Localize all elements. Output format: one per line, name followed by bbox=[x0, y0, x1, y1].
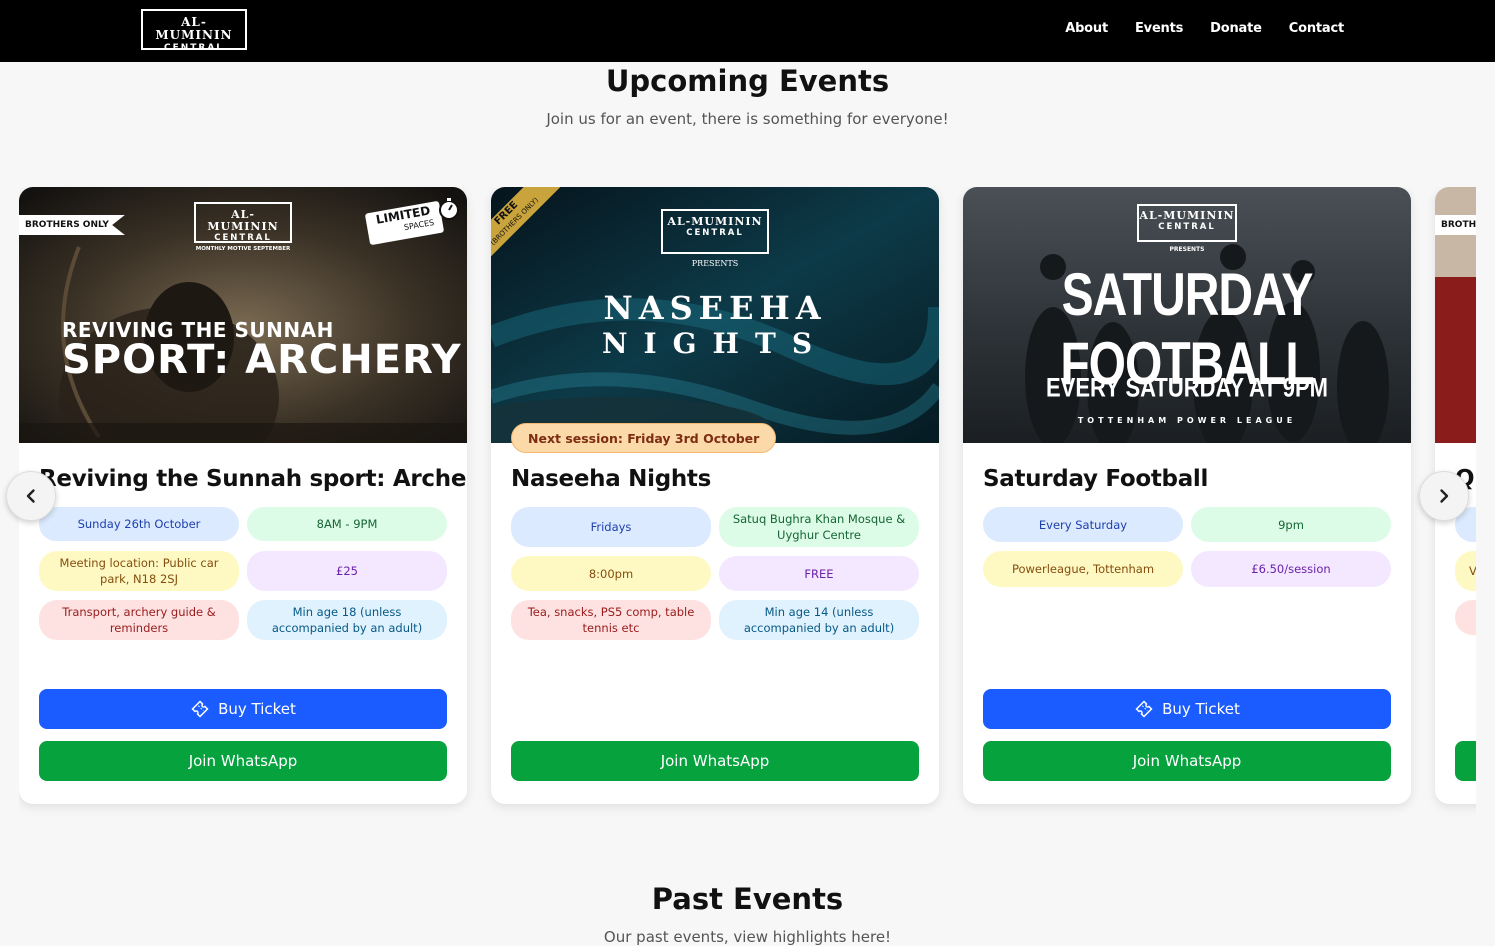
event-card-naseeha: FREE (BROTHERS ONLY) AL-MUMININ CENTRAL … bbox=[491, 187, 939, 804]
image-logo: AL-MUMININ CENTRAL bbox=[194, 202, 292, 243]
event-price-chip: £6.50/session bbox=[1191, 551, 1391, 587]
join-whatsapp-label: Join WhatsApp bbox=[660, 752, 770, 770]
event-date-chip: Fridays bbox=[511, 507, 711, 547]
event-time-chip: 8AM - 9PM bbox=[247, 507, 447, 541]
image-headline2: SPORT: ARCHERY bbox=[62, 337, 462, 383]
upcoming-events-title: Upcoming Events bbox=[605, 64, 890, 98]
chevron-left-icon bbox=[26, 489, 35, 503]
events-carousel: BROTHERS ONLY AL-MUMININ CENTRAL MONTHLY… bbox=[19, 187, 1476, 817]
nav-links: About Events Donate Contact bbox=[1065, 21, 1344, 36]
event-image-partial[interactable]: BROTHE bbox=[1435, 187, 1476, 443]
image-logo-line2: CENTRAL bbox=[686, 228, 744, 238]
buy-ticket-label: Buy Ticket bbox=[1162, 700, 1240, 718]
image-logo-caption: PRESENTS bbox=[691, 259, 739, 268]
event-location-chip: Powerleague, Tottenham bbox=[983, 551, 1183, 587]
logo-line1: AL-MUMININ bbox=[155, 15, 233, 42]
nav-link-contact[interactable]: Contact bbox=[1289, 21, 1344, 36]
event-image-football[interactable]: AL-MUMININ CENTRAL PRESENTS SATURDAY FOO… bbox=[963, 187, 1411, 443]
join-whatsapp-button[interactable] bbox=[1455, 741, 1476, 781]
event-location-chip: V bbox=[1455, 551, 1476, 591]
past-events-title: Past Events bbox=[651, 882, 844, 916]
carousel-prev-button[interactable] bbox=[6, 471, 56, 521]
event-image-archery[interactable]: BROTHERS ONLY AL-MUMININ CENTRAL MONTHLY… bbox=[19, 187, 467, 443]
join-whatsapp-button[interactable]: Join WhatsApp bbox=[511, 741, 919, 781]
event-location-chip: Meeting location: Public car park, N18 2… bbox=[39, 551, 239, 591]
ticket-icon bbox=[191, 700, 209, 718]
image-logo: AL-MUMININ CENTRAL bbox=[661, 209, 769, 254]
image-logo-line1: AL-MUMININ bbox=[667, 215, 763, 228]
image-logo-caption: PRESENTS bbox=[1169, 246, 1205, 253]
event-title: Naseeha Nights bbox=[511, 466, 712, 492]
navbar: AL-MUMININ CENTRAL About Events Donate C… bbox=[0, 0, 1495, 62]
image-headline2: EVERY SATURDAY AT 9PM bbox=[1046, 372, 1328, 403]
event-age-chip: Min age 18 (unless accompanied by an adu… bbox=[247, 600, 447, 640]
image-logo-line1: AL-MUMININ bbox=[1139, 209, 1235, 222]
event-time-chip: 8:00pm bbox=[511, 556, 711, 591]
buy-ticket-label: Buy Ticket bbox=[218, 700, 296, 718]
event-includes-chip bbox=[1455, 600, 1476, 635]
image-headline2: NIGHTS bbox=[601, 327, 829, 360]
nav-link-events[interactable]: Events bbox=[1135, 21, 1183, 36]
event-card-football: AL-MUMININ CENTRAL PRESENTS SATURDAY FOO… bbox=[963, 187, 1411, 804]
event-includes-chip: Tea, snacks, PS5 comp, table tennis etc bbox=[511, 600, 711, 640]
event-price-chip: FREE bbox=[719, 556, 919, 591]
logo-line2: CENTRAL bbox=[163, 43, 225, 53]
brothers-only-ribbon: BROTHERS ONLY bbox=[19, 215, 125, 235]
event-card-archery: BROTHERS ONLY AL-MUMININ CENTRAL MONTHLY… bbox=[19, 187, 467, 804]
event-age-chip: Min age 14 (unless accompanied by an adu… bbox=[719, 600, 919, 640]
event-price-chip: £25 bbox=[247, 551, 447, 591]
join-whatsapp-button[interactable]: Join WhatsApp bbox=[983, 741, 1391, 781]
event-includes-chip: Transport, archery guide & reminders bbox=[39, 600, 239, 640]
image-headline3: TOTTENHAM POWER LEAGUE bbox=[1077, 416, 1297, 425]
image-logo-line2: CENTRAL bbox=[214, 233, 272, 243]
image-logo: AL-MUMININ CENTRAL bbox=[1137, 204, 1237, 242]
event-time-chip: 9pm bbox=[1191, 507, 1391, 542]
event-image-naseeha[interactable]: FREE (BROTHERS ONLY) AL-MUMININ CENTRAL … bbox=[491, 187, 939, 443]
nav-link-donate[interactable]: Donate bbox=[1210, 21, 1262, 36]
carousel-next-button[interactable] bbox=[1419, 471, 1469, 521]
upcoming-events-subtitle: Join us for an event, there is something… bbox=[546, 110, 949, 128]
image-logo-caption: MONTHLY MOTIVE SEPTEMBER bbox=[195, 246, 291, 252]
join-whatsapp-button[interactable]: Join WhatsApp bbox=[39, 741, 447, 781]
buy-ticket-button[interactable]: Buy Ticket bbox=[39, 689, 447, 729]
nav-link-about[interactable]: About bbox=[1065, 21, 1108, 36]
event-date-chip: Every Saturday bbox=[983, 507, 1183, 542]
join-whatsapp-label: Join WhatsApp bbox=[188, 752, 298, 770]
image-logo-line1: AL-MUMININ bbox=[207, 208, 279, 233]
past-events-subtitle: Our past events, view highlights here! bbox=[603, 928, 892, 946]
image-headline1: NASEEHA bbox=[603, 289, 827, 327]
event-title: Reviving the Sunnah sport: Archery bbox=[39, 466, 467, 492]
chevron-right-icon bbox=[1440, 489, 1449, 503]
buy-ticket-button[interactable]: Buy Ticket bbox=[983, 689, 1391, 729]
brothers-only-ribbon: BROTHE bbox=[1435, 215, 1476, 235]
event-location-chip: Satuq Bughra Khan Mosque & Uyghur Centre bbox=[719, 507, 919, 547]
stopwatch-icon bbox=[439, 198, 459, 220]
next-session-badge: Next session: Friday 3rd October bbox=[511, 423, 777, 453]
event-date-chip: Sunday 26th October bbox=[39, 507, 239, 541]
image-logo-line2: CENTRAL bbox=[1158, 222, 1216, 232]
event-title: Saturday Football bbox=[983, 466, 1209, 492]
site-logo[interactable]: AL-MUMININ CENTRAL bbox=[141, 9, 247, 53]
join-whatsapp-label: Join WhatsApp bbox=[1132, 752, 1242, 770]
ticket-icon bbox=[1135, 700, 1153, 718]
